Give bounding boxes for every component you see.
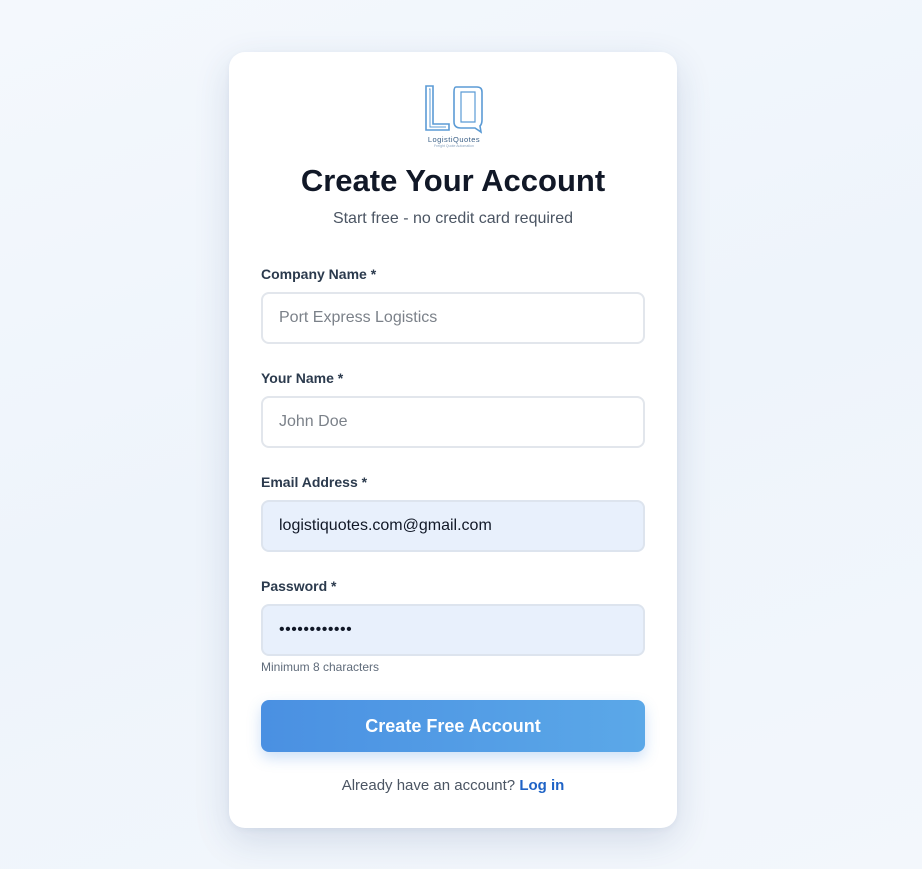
login-prompt-text: Already have an account? [341, 777, 516, 794]
company-name-input[interactable] [261, 292, 645, 344]
company-name-label-text: Company Name [261, 266, 367, 282]
logo-wordmark: LogistiQuotes [427, 135, 481, 144]
lq-monogram-icon [425, 85, 483, 134]
email-label: Email Address * [261, 474, 367, 490]
your-name-label-text: Your Name [261, 370, 334, 386]
login-prompt: Already have an account? Log in [229, 777, 677, 794]
company-name-label: Company Name * [261, 266, 376, 282]
required-mark: * [361, 474, 368, 490]
page-title: Create Your Account [300, 163, 606, 198]
email-input[interactable] [261, 500, 645, 552]
page-subtitle: Start free - no credit card required [332, 210, 574, 227]
your-name-input[interactable] [261, 396, 645, 448]
lq-logo: LogistiQuotes Freight Quote Automation [423, 84, 485, 148]
login-link[interactable]: Log in [519, 777, 564, 794]
password-label-text: Password [261, 578, 328, 594]
signup-card: LogistiQuotes Freight Quote Automation C… [229, 52, 677, 828]
password-label: Password * [261, 578, 336, 594]
password-hint: Minimum 8 characters [261, 660, 380, 674]
your-name-label: Your Name * [261, 370, 343, 386]
password-input[interactable] [261, 604, 645, 656]
logo-tagline: Freight Quote Automation [434, 144, 474, 148]
email-label-text: Email Address [261, 474, 358, 490]
required-mark: * [370, 266, 377, 282]
create-account-button[interactable]: Create Free Account [261, 700, 645, 752]
required-mark: * [331, 578, 337, 594]
required-mark: * [337, 370, 344, 386]
